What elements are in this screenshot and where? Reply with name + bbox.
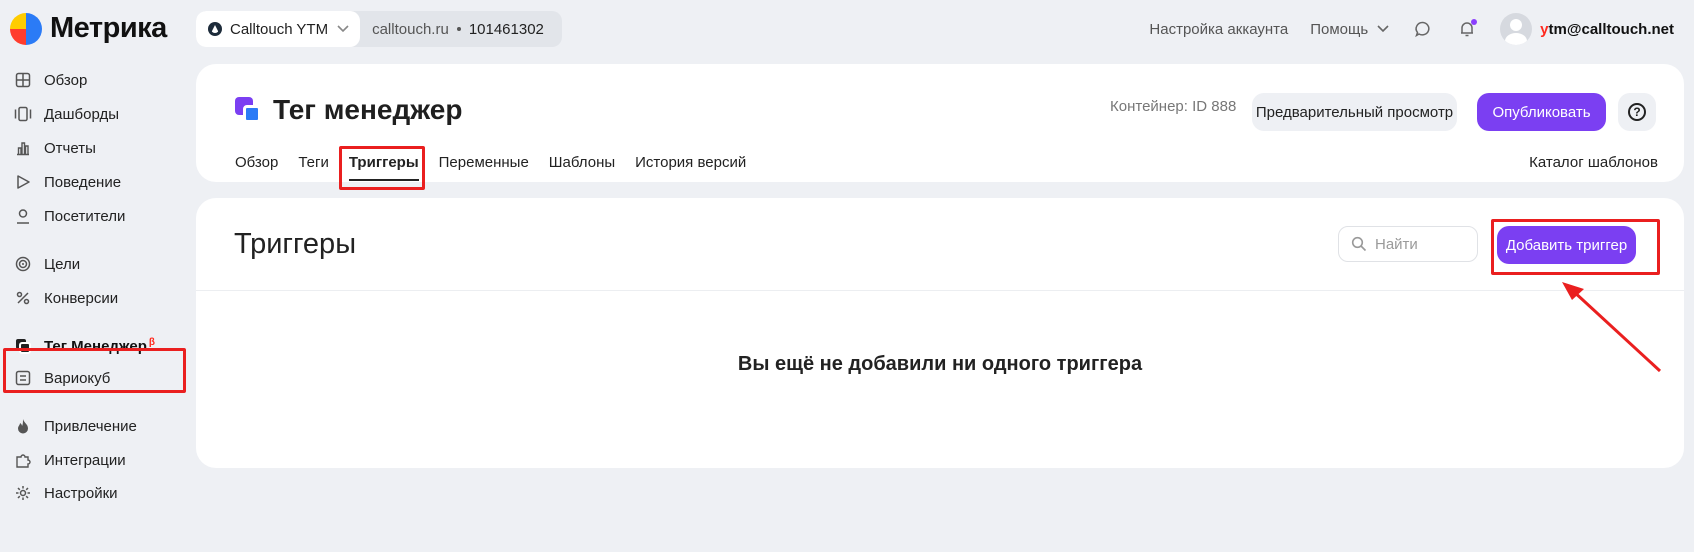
sidebar-item-visitors[interactable]: Посетители (14, 204, 125, 228)
sidebar-item-label: Дашборды (44, 105, 119, 123)
sidebar-item-behavior[interactable]: Поведение (14, 170, 121, 194)
container-id: Контейнер: ID 888 (1110, 98, 1237, 115)
separator-dot (456, 27, 461, 31)
sidebar-item-label: Привлечение (44, 417, 137, 435)
page-title-text: Тег менеджер (273, 94, 463, 125)
counter-dropdown[interactable]: Calltouch YTM (196, 11, 361, 47)
sidebar-item-reports[interactable]: Отчеты (14, 136, 96, 160)
section-title: Триггеры (234, 228, 357, 260)
gear-icon (14, 484, 32, 502)
user-icon (14, 207, 32, 225)
tab-bar: Обзор Теги Триггеры Переменные Шаблоны И… (235, 154, 766, 181)
bell-icon[interactable] (1456, 18, 1478, 40)
user-email-rest: tm@calltouch.net (1548, 20, 1674, 38)
tab-overview[interactable]: Обзор (235, 154, 278, 171)
search-placeholder: Найти (1375, 235, 1418, 253)
preview-button[interactable]: Предварительный просмотр (1252, 93, 1457, 131)
tab-templates[interactable]: Шаблоны (549, 154, 615, 171)
counter-site: calltouch.ru (372, 20, 449, 38)
metrika-logo-icon (10, 12, 42, 45)
sidebar-item-goals[interactable]: Цели (14, 252, 80, 276)
sidebar-item-integrations[interactable]: Интеграции (14, 448, 126, 472)
tab-version-history[interactable]: История версий (635, 154, 746, 171)
sidebar-item-settings[interactable]: Настройки (14, 481, 118, 505)
help-menu[interactable]: Помощь (1310, 21, 1390, 38)
play-icon (14, 173, 32, 191)
metrika-logo[interactable]: Метрика (10, 12, 167, 45)
chat-icon[interactable] (1412, 18, 1434, 40)
help-button[interactable]: ? (1618, 93, 1656, 131)
top-right-controls: Настройка аккаунта Помощь ytm@calltouch.… (1149, 11, 1674, 47)
publish-button[interactable]: Опубликовать (1477, 93, 1606, 131)
tab-variables[interactable]: Переменные (439, 154, 529, 171)
account-settings-link[interactable]: Настройка аккаунта (1149, 21, 1288, 38)
search-input[interactable]: Найти (1338, 226, 1478, 262)
user-email-first-letter: y (1540, 20, 1549, 38)
sidebar-item-tag-manager[interactable]: Тег Менеджер β (14, 334, 155, 358)
chevron-down-icon (336, 22, 350, 37)
sidebar-item-label: Посетители (44, 207, 126, 225)
counter-selector[interactable]: Calltouch YTM calltouch.ru 101461302 (196, 11, 562, 47)
counter-name: Calltouch YTM (230, 20, 329, 38)
tag-manager-icon (14, 337, 32, 355)
divider (196, 290, 1684, 291)
sidebar-item-label: Вариокуб (44, 369, 111, 387)
annotation-arrow (1562, 282, 1662, 373)
tag-manager-header-card: Тег менеджер Контейнер: ID 888 Предварит… (196, 64, 1684, 182)
flame-icon (14, 417, 32, 435)
question-icon: ? (1628, 103, 1646, 121)
sidebar-item-dashboards[interactable]: Дашборды (14, 102, 119, 126)
sidebar-item-label: Интеграции (44, 451, 126, 469)
sidebar-item-label: Обзор (44, 71, 88, 89)
chevron-down-icon (1377, 25, 1389, 33)
beta-badge: β (148, 337, 155, 348)
avatar (1500, 13, 1533, 45)
dashboards-icon (14, 105, 32, 123)
counter-icon (208, 22, 222, 36)
tab-tags[interactable]: Теги (298, 154, 329, 171)
page-title: Тег менеджер (235, 94, 462, 126)
sidebar-item-variocube[interactable]: Вариокуб (14, 366, 110, 390)
sidebar-item-label: Тег Менеджер β (44, 337, 155, 355)
help-label: Помощь (1310, 20, 1369, 38)
add-trigger-button[interactable]: Добавить триггер (1497, 226, 1636, 264)
sidebar-item-acquisition[interactable]: Привлечение (14, 414, 137, 438)
grid-icon (14, 71, 32, 89)
search-icon (1351, 236, 1367, 252)
triggers-card: Триггеры Найти Добавить триггер Вы ещё н… (196, 198, 1684, 468)
sidebar-item-label-text: Тег Менеджер (44, 338, 147, 355)
percent-icon (14, 289, 32, 307)
logo-text: Метрика (50, 12, 167, 44)
user-menu[interactable]: ytm@calltouch.net (1500, 13, 1674, 45)
tab-triggers[interactable]: Триггеры (348, 154, 419, 181)
template-catalog-link[interactable]: Каталог шаблонов (1529, 154, 1658, 171)
sidebar-item-label: Цели (44, 255, 81, 273)
top-bar: Метрика Calltouch YTM calltouch.ru 10146… (0, 0, 1694, 58)
bar-chart-icon (14, 139, 32, 157)
sidebar-item-label: Отчеты (44, 139, 96, 157)
variocube-icon (14, 369, 32, 387)
user-email: ytm@calltouch.net (1540, 21, 1674, 38)
empty-state-message: Вы ещё не добавили ни одного триггера (737, 353, 1143, 375)
notification-dot (1471, 19, 1478, 25)
tag-manager-logo-icon (235, 97, 261, 123)
sidebar-item-overview[interactable]: Обзор (14, 68, 87, 92)
sidebar-item-label: Поведение (44, 173, 122, 191)
sidebar-item-label: Настройки (44, 484, 118, 502)
sidebar-item-label: Конверсии (44, 289, 119, 307)
counter-info: calltouch.ru 101461302 (360, 11, 562, 47)
sidebar-item-conversions[interactable]: Конверсии (14, 286, 118, 310)
puzzle-icon (14, 451, 32, 469)
counter-id: 101461302 (468, 20, 544, 38)
target-icon (14, 255, 32, 273)
